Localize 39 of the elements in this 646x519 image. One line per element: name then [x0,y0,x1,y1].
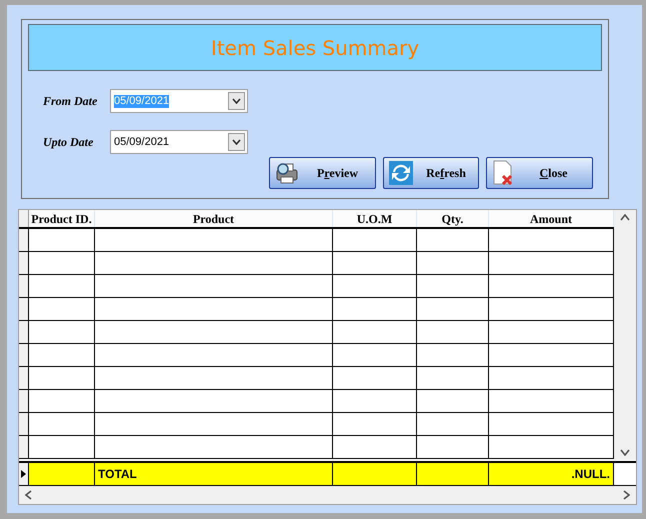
total-cell: .NULL. [489,463,614,485]
row-header[interactable] [19,229,29,251]
total-cell: TOTAL [95,463,333,485]
scroll-up-icon[interactable] [620,214,630,221]
window-title: Item Sales Summary [210,34,420,62]
row-header[interactable] [19,390,29,412]
row-header[interactable] [19,367,29,389]
refresh-button[interactable]: Refresh [383,157,479,189]
date-value: 05/09/2021 [114,94,170,108]
row-header[interactable] [19,321,29,343]
printer-icon [274,161,300,185]
field-label: From Date [43,93,98,110]
date-value: 05/09/2021 [114,136,170,148]
row-header[interactable] [19,344,29,366]
date-picker[interactable]: 05/09/2021 [110,130,248,154]
column-header[interactable]: Product ID. [29,210,95,227]
chevron-down-icon [232,139,241,145]
row-header[interactable] [19,298,29,320]
refresh-icon [388,160,414,186]
document-delete-icon [491,160,515,186]
vertical-scrollbar[interactable] [614,210,636,460]
scroll-down-icon[interactable] [620,449,630,456]
row-header[interactable] [19,275,29,297]
column-header[interactable]: Product [95,210,333,227]
column-header[interactable]: Qty. [417,210,489,227]
row-header[interactable] [19,413,29,435]
dropdown-button[interactable] [228,92,245,110]
dropdown-button[interactable] [228,133,245,151]
field-label: Upto Date [43,134,94,151]
horizontal-scrollbar[interactable] [19,486,636,504]
close-button[interactable]: Close [486,157,593,189]
scroll-left-icon[interactable] [25,490,32,500]
row-header[interactable] [19,463,29,485]
chevron-down-icon [232,98,241,104]
preview-button[interactable]: Preview [269,157,376,189]
scroll-right-icon[interactable] [623,490,630,500]
row-header[interactable] [19,436,29,458]
column-header[interactable]: U.O.M [333,210,417,227]
row-header[interactable] [19,252,29,274]
